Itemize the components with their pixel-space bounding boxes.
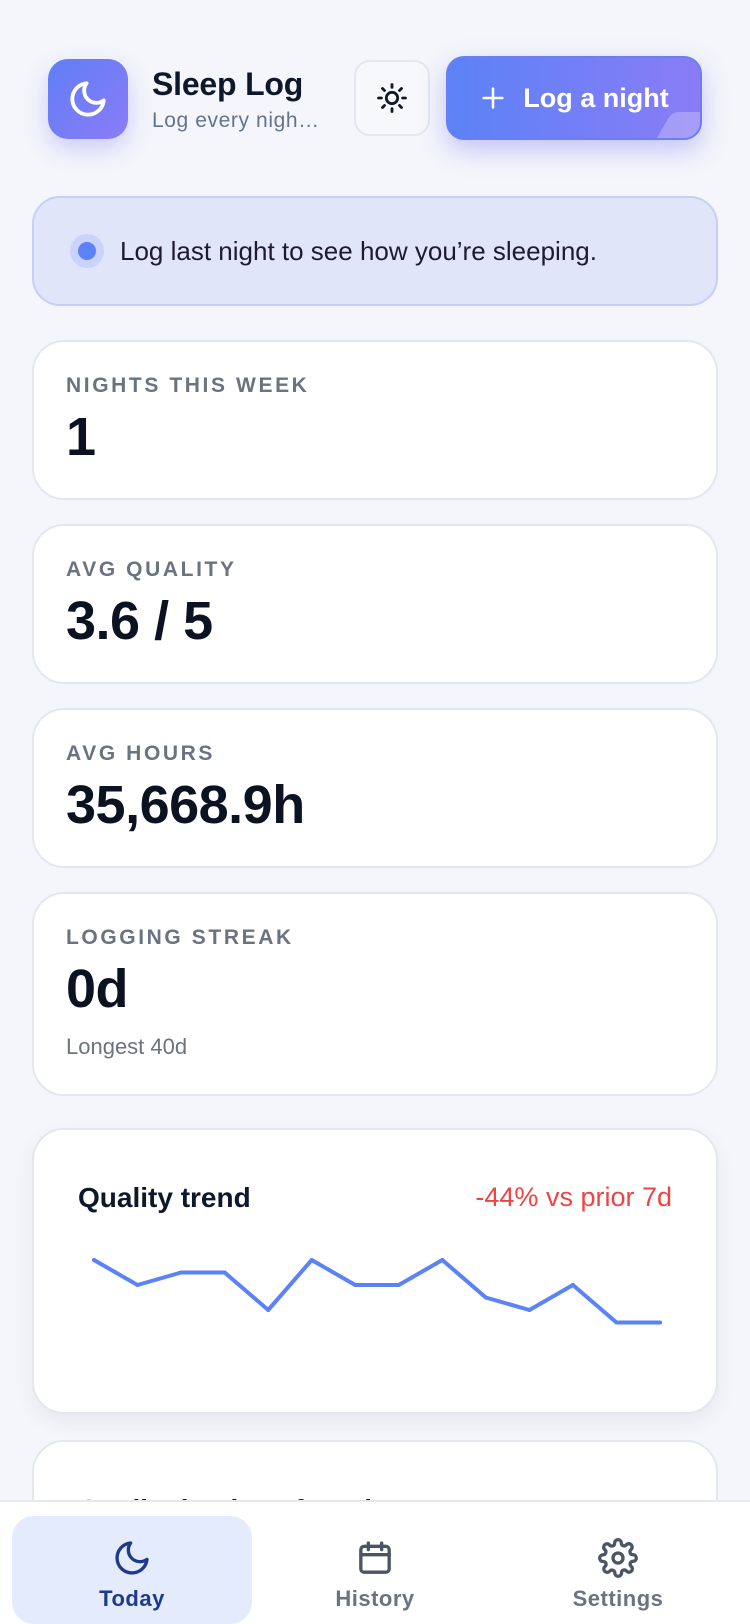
- bottom-nav: Today History Settings: [0, 1500, 750, 1624]
- trend-point-11: [527, 1308, 532, 1312]
- nav-tab-today[interactable]: Today: [12, 1516, 252, 1624]
- title-block: Sleep Log Log every nigh…: [152, 66, 338, 133]
- stat-label: AVG QUALITY: [66, 558, 237, 581]
- trend-point-7: [353, 1283, 358, 1287]
- calendar-icon: [359, 1541, 391, 1574]
- trend-point-9: [440, 1258, 445, 1262]
- trend-point-2: [135, 1283, 140, 1287]
- trend-point-6: [309, 1258, 314, 1262]
- stat-value: 3.6 / 5: [66, 591, 213, 651]
- gear-icon: [598, 1538, 638, 1578]
- quality-trend-card: Quality trend -44% vs prior 7d: [32, 1128, 718, 1414]
- trend-point-1: [92, 1258, 96, 1262]
- trend-point-13: [614, 1320, 619, 1325]
- stat-label: NIGHTS THIS WEEK: [66, 374, 310, 397]
- today-screen: Sleep Log Log every nigh… Log a night Lo…: [0, 0, 750, 1624]
- button-corner-decoration: [652, 112, 700, 138]
- nav-tab-history[interactable]: History: [255, 1516, 495, 1624]
- trend-point-12: [570, 1283, 575, 1287]
- info-banner: Log last night to see how you’re sleepin…: [32, 196, 718, 306]
- log-night-label: Log a night: [523, 82, 669, 113]
- stat-value: 1: [66, 407, 96, 467]
- app-title: Sleep Log: [152, 65, 304, 102]
- trend-point-8: [396, 1283, 401, 1287]
- quality-trend-chart: [92, 1258, 662, 1325]
- theme-toggle-button[interactable]: [354, 60, 430, 136]
- trend-point-5: [266, 1308, 271, 1312]
- stat-card-streak: LOGGING STREAK 0d Longest 40d: [32, 892, 718, 1096]
- nav-label: Today: [99, 1586, 165, 1611]
- stat-subtext: Longest 40d: [66, 1034, 188, 1059]
- stat-card-quality: AVG QUALITY 3.6 / 5: [32, 524, 718, 684]
- trend-point-14: [658, 1320, 662, 1325]
- trend-point-10: [483, 1295, 488, 1300]
- trend-series-line: [92, 1258, 662, 1325]
- sun-icon: [377, 83, 407, 113]
- moon-icon: [115, 1541, 149, 1575]
- stat-value: 35,668.9h: [66, 775, 305, 835]
- status-dot-icon: [70, 234, 104, 268]
- trend-point-3: [179, 1270, 184, 1275]
- app-subtitle: Log every nigh…: [152, 108, 320, 132]
- stat-value: 0d: [66, 959, 129, 1019]
- header: Sleep Log Log every nigh… Log a night: [48, 56, 702, 140]
- stat-label: LOGGING STREAK: [66, 926, 294, 949]
- nav-tab-settings[interactable]: Settings: [498, 1516, 738, 1624]
- stat-card-hours: AVG HOURS 35,668.9h: [32, 708, 718, 868]
- stat-label: AVG HOURS: [66, 742, 216, 765]
- banner-text: Log last night to see how you’re sleepin…: [120, 235, 597, 266]
- nav-label: Settings: [572, 1586, 664, 1611]
- app-logo: [48, 59, 128, 139]
- moon-icon: [70, 81, 106, 117]
- plus-icon: [482, 87, 504, 109]
- trend-point-4: [222, 1270, 227, 1275]
- stat-card-nights: NIGHTS THIS WEEK 1: [32, 340, 718, 500]
- log-night-button[interactable]: Log a night: [446, 56, 702, 140]
- nav-label: History: [335, 1586, 415, 1611]
